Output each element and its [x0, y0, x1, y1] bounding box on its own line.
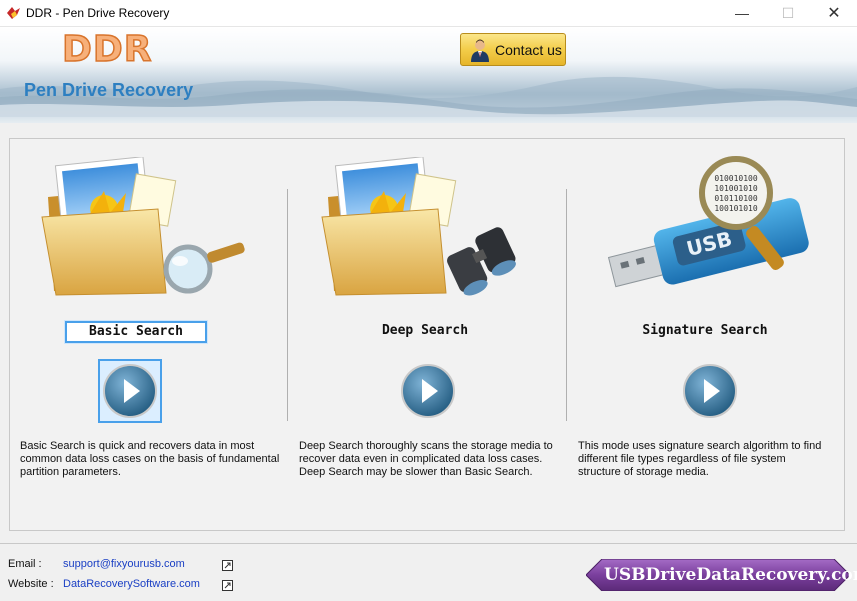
column-divider	[566, 189, 567, 421]
svg-text:010010100: 010010100	[714, 174, 758, 183]
minimize-button[interactable]: —	[719, 0, 765, 26]
ddr-app-icon	[7, 7, 20, 19]
person-icon	[471, 39, 489, 62]
svg-text:010110100: 010110100	[714, 194, 758, 203]
basic-search-play-button[interactable]	[98, 359, 162, 423]
signature-search-label[interactable]: Signature Search	[630, 323, 780, 343]
footer-divider	[0, 543, 857, 544]
website-label: Website :	[8, 578, 54, 590]
header-banner: DDR Pen Drive Recovery Contact us	[0, 27, 857, 123]
email-label: Email :	[8, 558, 42, 570]
deep-search-play-button[interactable]	[398, 361, 462, 425]
play-icon	[401, 364, 455, 418]
product-name: Pen Drive Recovery	[24, 80, 194, 100]
email-link[interactable]: support@fixyourusb.com	[63, 558, 185, 570]
contact-us-button[interactable]: Contact us	[460, 33, 566, 66]
svg-text:100101010: 100101010	[714, 204, 758, 213]
play-icon	[103, 364, 157, 418]
site-badge-text[interactable]: USBDriveDataRecovery.com	[604, 565, 857, 585]
ddr-logo: DDR	[61, 28, 153, 71]
title-bar: DDR - Pen Drive Recovery — ☐ ✕	[0, 0, 857, 27]
signature-search-description: This mode uses signature search algorith…	[578, 440, 822, 478]
folder-binoculars-icon	[321, 157, 516, 296]
window-title: DDR - Pen Drive Recovery	[26, 6, 170, 20]
maximize-button[interactable]: ☐	[765, 0, 811, 26]
play-icon	[683, 364, 737, 418]
contact-us-label: Contact us	[495, 42, 562, 58]
svg-text:101001010: 101001010	[714, 184, 758, 193]
recovery-mode-panel: Basic Search Basic Search is quick and r…	[9, 138, 845, 531]
basic-search-description: Basic Search is quick and recovers data …	[20, 440, 280, 478]
folder-magnifier-icon	[41, 157, 245, 296]
close-button[interactable]: ✕	[811, 0, 857, 26]
usb-magnifier-icon: USB 010010100 101001010 010110100 100101…	[607, 156, 809, 288]
signature-search-play-button[interactable]	[680, 361, 744, 425]
external-link-icon[interactable]	[222, 560, 233, 571]
website-link[interactable]: DataRecoverySoftware.com	[63, 578, 200, 590]
column-divider	[287, 189, 288, 421]
basic-search-label[interactable]: Basic Search	[65, 321, 207, 343]
deep-search-description: Deep Search thoroughly scans the storage…	[299, 440, 553, 478]
deep-search-label[interactable]: Deep Search	[350, 323, 500, 343]
external-link-icon[interactable]	[222, 580, 233, 591]
